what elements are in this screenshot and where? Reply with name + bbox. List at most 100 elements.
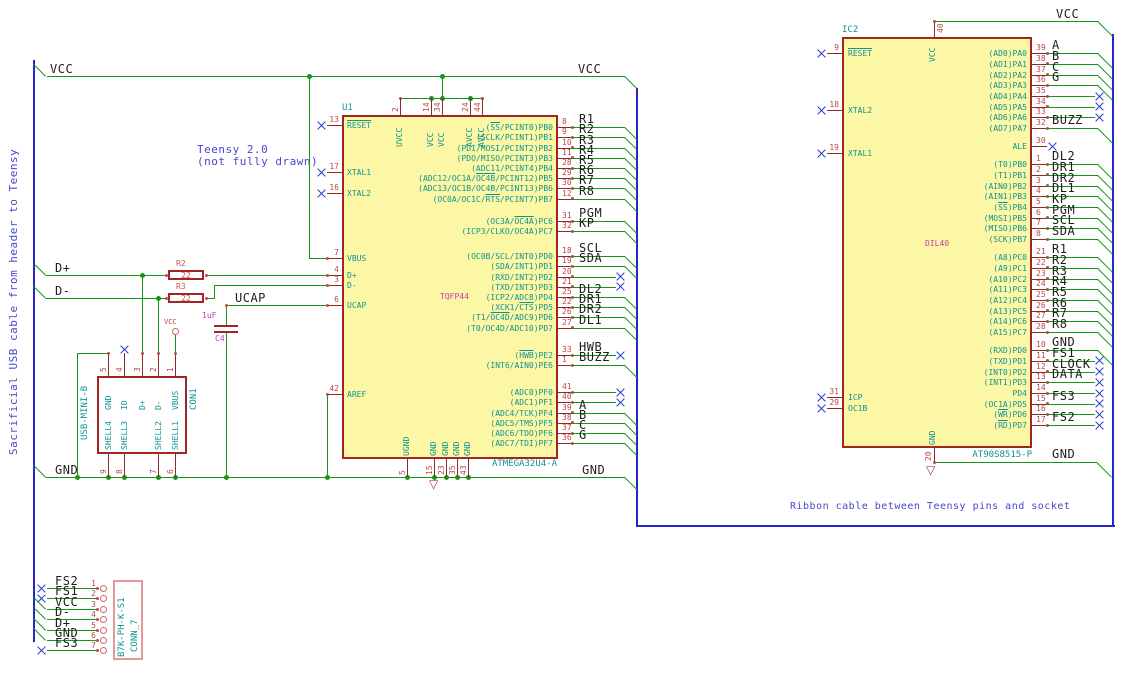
no-connect-icon	[1095, 389, 1104, 398]
pin-stub	[934, 448, 935, 462]
no-connect-icon	[817, 106, 826, 115]
pin-name: VBUS	[347, 254, 367, 263]
pin-number: 20	[562, 266, 572, 276]
net-label-vcc: VCC	[50, 62, 74, 76]
vcc-power-symbol-label: VCC	[164, 318, 177, 326]
pin-name: XTAL2	[347, 189, 372, 198]
pin-number: 28	[562, 158, 572, 167]
pin-number: 5	[99, 367, 108, 372]
junction-dot	[223, 474, 229, 480]
pin-stub	[327, 172, 342, 173]
pin-number: 38	[562, 412, 572, 422]
pin-name: (T0/OC4D/ADC10)PD7	[466, 323, 553, 333]
net-label-KP: KP	[579, 216, 595, 230]
pin-name: (AD4)PA4	[988, 92, 1027, 101]
pin-name: (ADC13/OC1B/OC4B/PCINT13)PB6	[418, 184, 553, 193]
wire-segment	[214, 285, 215, 298]
pin-number: 21	[562, 276, 572, 286]
net-label-G: G	[579, 428, 587, 442]
wire-segment	[1047, 128, 1098, 129]
pin-name: (AD6)PA6	[988, 113, 1027, 122]
pin-name: (OC0B/SCL/INT0)PD0	[466, 252, 553, 261]
pin-name: (TXD/INT3)PD3	[490, 282, 553, 292]
wire-segment	[142, 275, 143, 353]
pin-number: 21	[1036, 247, 1046, 256]
pin-name: XTAL1	[347, 168, 372, 177]
pin-name: UCAP	[347, 301, 367, 310]
junction-dot	[306, 73, 312, 79]
pin-number: 25	[1036, 290, 1046, 299]
pin-number: 43	[459, 465, 468, 475]
connector-circle	[171, 327, 179, 335]
no-connect-icon	[616, 398, 625, 407]
bus-entry-wire	[33, 286, 47, 299]
pin-number: 22	[562, 297, 572, 306]
pin-number: 32	[562, 221, 572, 230]
pin-end-dot	[173, 351, 177, 355]
pin-number: 35	[1036, 86, 1046, 95]
wire-segment	[226, 305, 327, 306]
no-connect-icon	[1095, 421, 1104, 430]
wire-segment	[572, 365, 625, 366]
no-connect-icon	[1095, 113, 1104, 122]
no-connect-icon	[1095, 378, 1104, 387]
pin-end-dot	[156, 351, 160, 355]
pin-stub	[1032, 425, 1047, 426]
pin-stub	[558, 327, 572, 329]
pin-name: UVCC	[395, 127, 404, 147]
pin-name: (ICP2/ADC8)PD4	[485, 293, 553, 302]
pin-number: 6	[91, 631, 96, 640]
pin-number: 9	[562, 127, 567, 136]
ribbon-bus-right	[1112, 34, 1114, 527]
pin-number: 23	[437, 465, 446, 475]
pin-number: 33	[1036, 107, 1046, 116]
pin-end-dot	[224, 303, 228, 307]
pin-name: GND	[429, 441, 438, 456]
wire-segment	[572, 276, 616, 278]
pin-number: 39	[1036, 43, 1046, 52]
junction-dot	[139, 272, 145, 278]
wire-segment	[1047, 403, 1095, 405]
pin-stub	[827, 53, 842, 54]
pin-number: 44	[473, 102, 482, 112]
pin-name: ID	[120, 400, 129, 410]
wire-segment	[1047, 239, 1098, 240]
conn7-part-label: B7K-PH-K-S1	[117, 597, 127, 657]
pin-name: (ADC5/TMS)PF5	[490, 418, 553, 428]
pin-number: 28	[1036, 322, 1046, 331]
conn7-ref: CONN_7	[130, 619, 140, 652]
pin-name: (T1)PB1	[993, 170, 1027, 180]
pin-number: 27	[1036, 311, 1046, 320]
pin-number: 39	[562, 402, 572, 412]
no-connect-icon	[317, 121, 326, 130]
pin-stub	[407, 459, 408, 477]
wire-segment	[77, 353, 78, 477]
no-connect-icon	[317, 168, 326, 177]
pin-name: (A12)PC4	[988, 296, 1027, 305]
u1-ref: U1	[342, 103, 353, 113]
pin-number: 12	[562, 188, 572, 198]
pin-number: 7	[1036, 218, 1041, 227]
pin-number: 32	[1036, 118, 1046, 127]
pin-number: 31	[562, 211, 572, 220]
pin-end-dot	[325, 283, 329, 287]
capacitor-value: 1uF	[202, 311, 217, 320]
bus-entry-wire	[1097, 21, 1113, 37]
wire-segment	[77, 353, 108, 354]
connector-circle	[99, 615, 107, 623]
pin-number: 29	[562, 168, 572, 177]
pin-stub	[142, 353, 143, 376]
pin-name: (SS)PB4	[993, 203, 1027, 212]
pin-stub	[327, 125, 342, 126]
capacitor-plate	[214, 331, 238, 333]
junction-dot	[155, 295, 161, 301]
bus-entry-wire	[1096, 462, 1112, 478]
net-label-gnd: GND	[55, 463, 79, 477]
pin-number: 2	[391, 107, 400, 112]
pin-name: (ADC6/TDO)PF6	[490, 429, 553, 438]
pin-name: (A15)PC7	[988, 328, 1027, 337]
wire-segment	[158, 298, 159, 353]
wire-segment	[46, 275, 168, 276]
resistor-value: 22	[181, 294, 191, 303]
pin-number: 19	[829, 143, 839, 152]
